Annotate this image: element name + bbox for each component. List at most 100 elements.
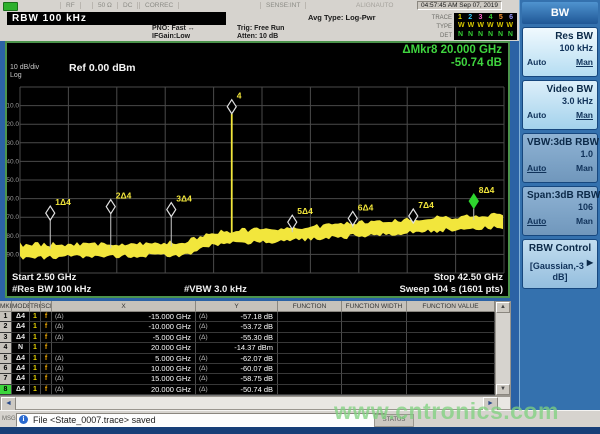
- cell-x: (Δ) 20.000 GHz: [52, 384, 196, 396]
- status-sense: SENSE:INT: [260, 2, 307, 9]
- softkey-man[interactable]: Man: [576, 163, 593, 173]
- log-annotation: Log: [10, 72, 22, 79]
- marker-label-2: 2Δ4: [116, 191, 132, 201]
- cell-scl: f: [41, 353, 52, 364]
- avg-type-annotation: Avg Type: Log-Pwr: [308, 13, 376, 22]
- softkey-list: Res BW 100 kHz Auto Man Video BW 3.0 kHz Auto M…: [520, 27, 600, 289]
- marker-table-row-3[interactable]: 3 Δ4 1 f (Δ) -5.000 GHz (Δ) -55.30 dB: [0, 332, 495, 344]
- softkey-vbw-3db-rbw[interactable]: VBW:3dB RBW 1.0 Auto Man: [522, 133, 599, 183]
- svg-text:-70.0: -70.0: [7, 214, 19, 221]
- softkey-auto[interactable]: Auto: [527, 216, 546, 226]
- marker-table-row-4[interactable]: 4 N 1 f 20.000 GHz -14.37 dBm: [0, 343, 495, 354]
- cell-function-value: [407, 353, 495, 364]
- marker-table-horizontal-scrollbar[interactable]: ◄ ►: [0, 396, 511, 411]
- svg-text:-90.0: -90.0: [7, 251, 19, 258]
- atten-annotation: Atten: 10 dB: [237, 33, 279, 40]
- cell-mkr: 7: [0, 374, 12, 385]
- softkey-label: Video BW: [546, 84, 593, 95]
- marker-diamond-6[interactable]: [347, 210, 358, 227]
- marker-label-8: 8Δ4: [479, 185, 495, 195]
- softkey-res-bw[interactable]: Res BW 100 kHz Auto Man: [522, 27, 598, 77]
- marker-label-4: 4: [237, 91, 242, 101]
- softkey-sidebar: BW Res BW 100 kHz Auto Man Video BW 3.0 kHz Au…: [519, 0, 600, 410]
- softkey-auto[interactable]: Auto: [527, 110, 546, 120]
- softkey-auto[interactable]: Auto: [527, 57, 546, 67]
- cell-x: (Δ) 10.000 GHz: [52, 363, 196, 375]
- softkey-video-bw[interactable]: Video BW 3.0 kHz Auto Man: [522, 80, 598, 130]
- status-coupling: DC: [117, 2, 139, 9]
- cell-x: (Δ) -15.000 GHz: [52, 312, 196, 323]
- softkey-auto[interactable]: Auto: [527, 163, 546, 173]
- softkey-value: [Gaussian,-3 dB]: [529, 261, 584, 282]
- scroll-down-icon[interactable]: ▼: [496, 384, 510, 395]
- marker-diamond-3[interactable]: [166, 201, 177, 218]
- marker-table-row-2[interactable]: 2 Δ4 1 f (Δ) -10.000 GHz (Δ) -53.72 dB: [0, 322, 495, 333]
- res-bw-annotation: #Res BW 100 kHz: [12, 284, 92, 295]
- measurement-bar: RBW 100 kHz PNO: Fast ↔ IFGain:Low Trig:…: [0, 12, 519, 41]
- softkey-rbw-control[interactable]: RBW Control ▶ [Gaussian,-3 dB]: [522, 239, 598, 289]
- marker-diamond-2[interactable]: [105, 198, 116, 215]
- pno-annotation: PNO: Fast ↔: [152, 25, 195, 32]
- marker-table-header: MKRMODETRCSCLXYFUNCTIONFUNCTION WIDTHFUN…: [0, 301, 495, 312]
- spectrum-analyzer-screen: RF 50 Ω DC CORREC SENSE:INT ALIGNAUTO 04…: [0, 0, 600, 434]
- cell-mode: Δ4: [12, 374, 30, 385]
- marker-table-vertical-scrollbar[interactable]: ▲ ▼: [495, 301, 511, 396]
- svg-text:-10.0: -10.0: [7, 103, 19, 110]
- trc-dets-item: N: [507, 30, 513, 38]
- softkey-value: 3.0 kHz: [561, 96, 593, 106]
- cell-y: (Δ) -53.72 dB: [196, 322, 278, 333]
- trigger-annotation: Trig: Free Run: [237, 25, 285, 32]
- sweep-annotation: Sweep 104 s (1601 pts): [399, 284, 504, 295]
- marker-table-row-6[interactable]: 6 Δ4 1 f (Δ) 10.000 GHz (Δ) -60.07 dB: [0, 363, 495, 375]
- marker-diamond-1[interactable]: [45, 204, 56, 222]
- marker-label-7: 7Δ4: [418, 200, 434, 210]
- marker-table-row-1[interactable]: 1 Δ4 1 f (Δ) -15.000 GHz (Δ) -57.18 dB: [0, 312, 495, 323]
- ref-level-annotation: Ref 0.00 dBm: [69, 62, 136, 74]
- column-header-mkr: MKR: [0, 301, 12, 312]
- trace-types-row: WWWWWW: [454, 22, 517, 30]
- menu-title: BW: [522, 2, 598, 24]
- marker-label-3: 3Δ4: [176, 194, 192, 204]
- marker-diamond-8[interactable]: [468, 192, 479, 210]
- cell-function: [278, 353, 342, 364]
- cell-y: (Δ) -58.75 dB: [196, 374, 278, 385]
- trc-types-item: W: [506, 22, 513, 30]
- marker-table-row-8[interactable]: 8 Δ4 1 f (Δ) 20.000 GHz (Δ) -50.74 dB: [0, 384, 495, 396]
- start-stop-row: Start 2.50 GHz Stop 42.50 GHz: [12, 272, 503, 283]
- submenu-arrow-icon: ▶: [586, 258, 593, 267]
- cell-scl: f: [41, 312, 52, 323]
- cell-function-width: [342, 343, 407, 354]
- cell-function-value: [407, 384, 495, 396]
- marker-table-row-7[interactable]: 7 Δ4 1 f (Δ) 15.000 GHz (Δ) -58.75 dB: [0, 374, 495, 385]
- column-header-function-value: FUNCTION VALUE: [407, 301, 495, 312]
- trace-row-label: TRACE: [431, 15, 452, 21]
- status-rf: RF: [60, 2, 81, 9]
- cell-y: (Δ) -55.30 dB: [196, 332, 278, 344]
- marker-table-row-5[interactable]: 5 Δ4 1 f (Δ) 5.000 GHz (Δ) -62.07 dB: [0, 353, 495, 364]
- y-axis-labels: -10.0 -20.0 -30.0 -40.0 -50.0 -60.0 -70.0 -80.0…: [7, 103, 19, 259]
- marker-diamond-4[interactable]: [226, 98, 237, 115]
- softkey-man[interactable]: Man: [576, 57, 593, 67]
- delta-marker-readout-freq: ΔMkr8 20.000 GHz: [402, 44, 502, 56]
- scroll-right-icon[interactable]: ►: [483, 397, 498, 411]
- svg-text:-60.0: -60.0: [7, 196, 19, 203]
- status-impedance: 50 Ω: [92, 2, 118, 9]
- cell-mkr: 6: [0, 363, 12, 375]
- cell-trc: 1: [30, 312, 41, 323]
- marker-table: MKRMODETRCSCLXYFUNCTIONFUNCTION WIDTHFUN…: [0, 301, 495, 396]
- trc-types-item: W: [477, 22, 484, 30]
- scroll-left-icon[interactable]: ◄: [1, 397, 16, 411]
- cell-function-value: [407, 374, 495, 385]
- pno-arrow-icon: ↔: [187, 25, 195, 32]
- scroll-up-icon[interactable]: ▲: [496, 302, 510, 313]
- softkey-man[interactable]: Man: [576, 110, 593, 120]
- cell-scl: f: [41, 332, 52, 344]
- auto-man-row: Auto Man: [527, 163, 593, 173]
- vbw-annotation: #VBW 3.0 kHz: [184, 284, 247, 295]
- softkey-man[interactable]: Man: [576, 216, 593, 226]
- trc-types-item: W: [467, 22, 475, 30]
- scale-annotation: 10 dB/div: [10, 64, 40, 71]
- status-button[interactable]: STATUS: [374, 414, 414, 427]
- softkey-span-3db-rbw[interactable]: Span:3dB RBW 106 Auto Man: [522, 186, 600, 236]
- cell-mkr: 2: [0, 322, 12, 333]
